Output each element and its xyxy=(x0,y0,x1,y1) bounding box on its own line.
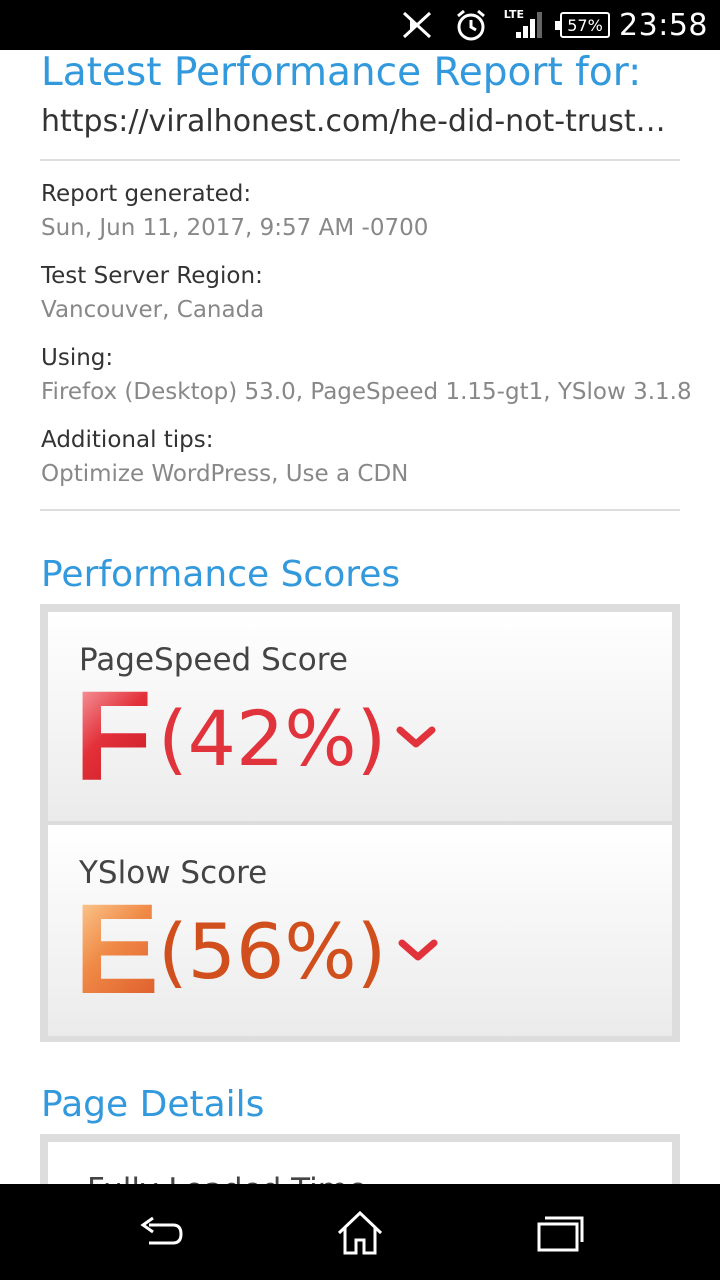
mute-icon xyxy=(400,0,434,50)
additional-tips-value[interactable]: Optimize WordPress, Use a CDN xyxy=(41,461,408,487)
page-details-container: Fully Loaded Time xyxy=(40,1134,680,1184)
report-generated-label: Report generated: xyxy=(41,181,252,207)
alarm-icon xyxy=(454,0,488,50)
yslow-percent: (56%) xyxy=(158,907,387,996)
pagespeed-score-panel[interactable]: PageSpeed Score F (42%) xyxy=(48,612,672,823)
back-icon[interactable] xyxy=(135,1208,185,1258)
status-bar: LTE 57% 23:58 xyxy=(0,0,720,50)
performance-scores-title: Performance Scores xyxy=(41,554,401,595)
server-region-value: Vancouver, Canada xyxy=(41,297,265,323)
chevron-down-icon[interactable] xyxy=(398,935,438,965)
scores-container: PageSpeed Score F (42%) YSlow Score E (5… xyxy=(40,604,680,1042)
home-icon[interactable] xyxy=(335,1208,385,1258)
using-value: Firefox (Desktop) 53.0, PageSpeed 1.15-g… xyxy=(41,379,692,405)
navigation-bar xyxy=(0,1184,720,1280)
battery-level: 57% xyxy=(567,15,603,35)
report-content[interactable]: Latest Performance Report for: https://v… xyxy=(0,50,720,1184)
report-url[interactable]: https://viralhonest.com/he-did-not-trust… xyxy=(41,104,671,139)
chevron-down-icon[interactable] xyxy=(396,722,436,752)
divider xyxy=(40,159,680,161)
server-region-label: Test Server Region: xyxy=(41,263,263,289)
yslow-score-panel[interactable]: YSlow Score E (56%) xyxy=(48,825,672,1036)
recents-icon[interactable] xyxy=(535,1208,585,1258)
pagespeed-percent: (42%) xyxy=(158,694,387,783)
additional-tips-label: Additional tips: xyxy=(41,427,214,453)
clock: 23:58 xyxy=(619,7,708,43)
page-details-panel: Fully Loaded Time xyxy=(48,1142,672,1184)
signal-icon xyxy=(514,0,544,50)
report-generated-value: Sun, Jun 11, 2017, 9:57 AM -0700 xyxy=(41,215,429,241)
page-title: Latest Performance Report for: xyxy=(41,50,642,95)
pagespeed-grade: F xyxy=(74,665,153,808)
yslow-grade: E xyxy=(74,878,160,1021)
divider xyxy=(40,509,680,511)
fully-loaded-time-label: Fully Loaded Time xyxy=(87,1172,367,1184)
page-details-title: Page Details xyxy=(41,1084,265,1125)
using-label: Using: xyxy=(41,345,114,371)
battery-icon: 57% xyxy=(555,0,610,50)
